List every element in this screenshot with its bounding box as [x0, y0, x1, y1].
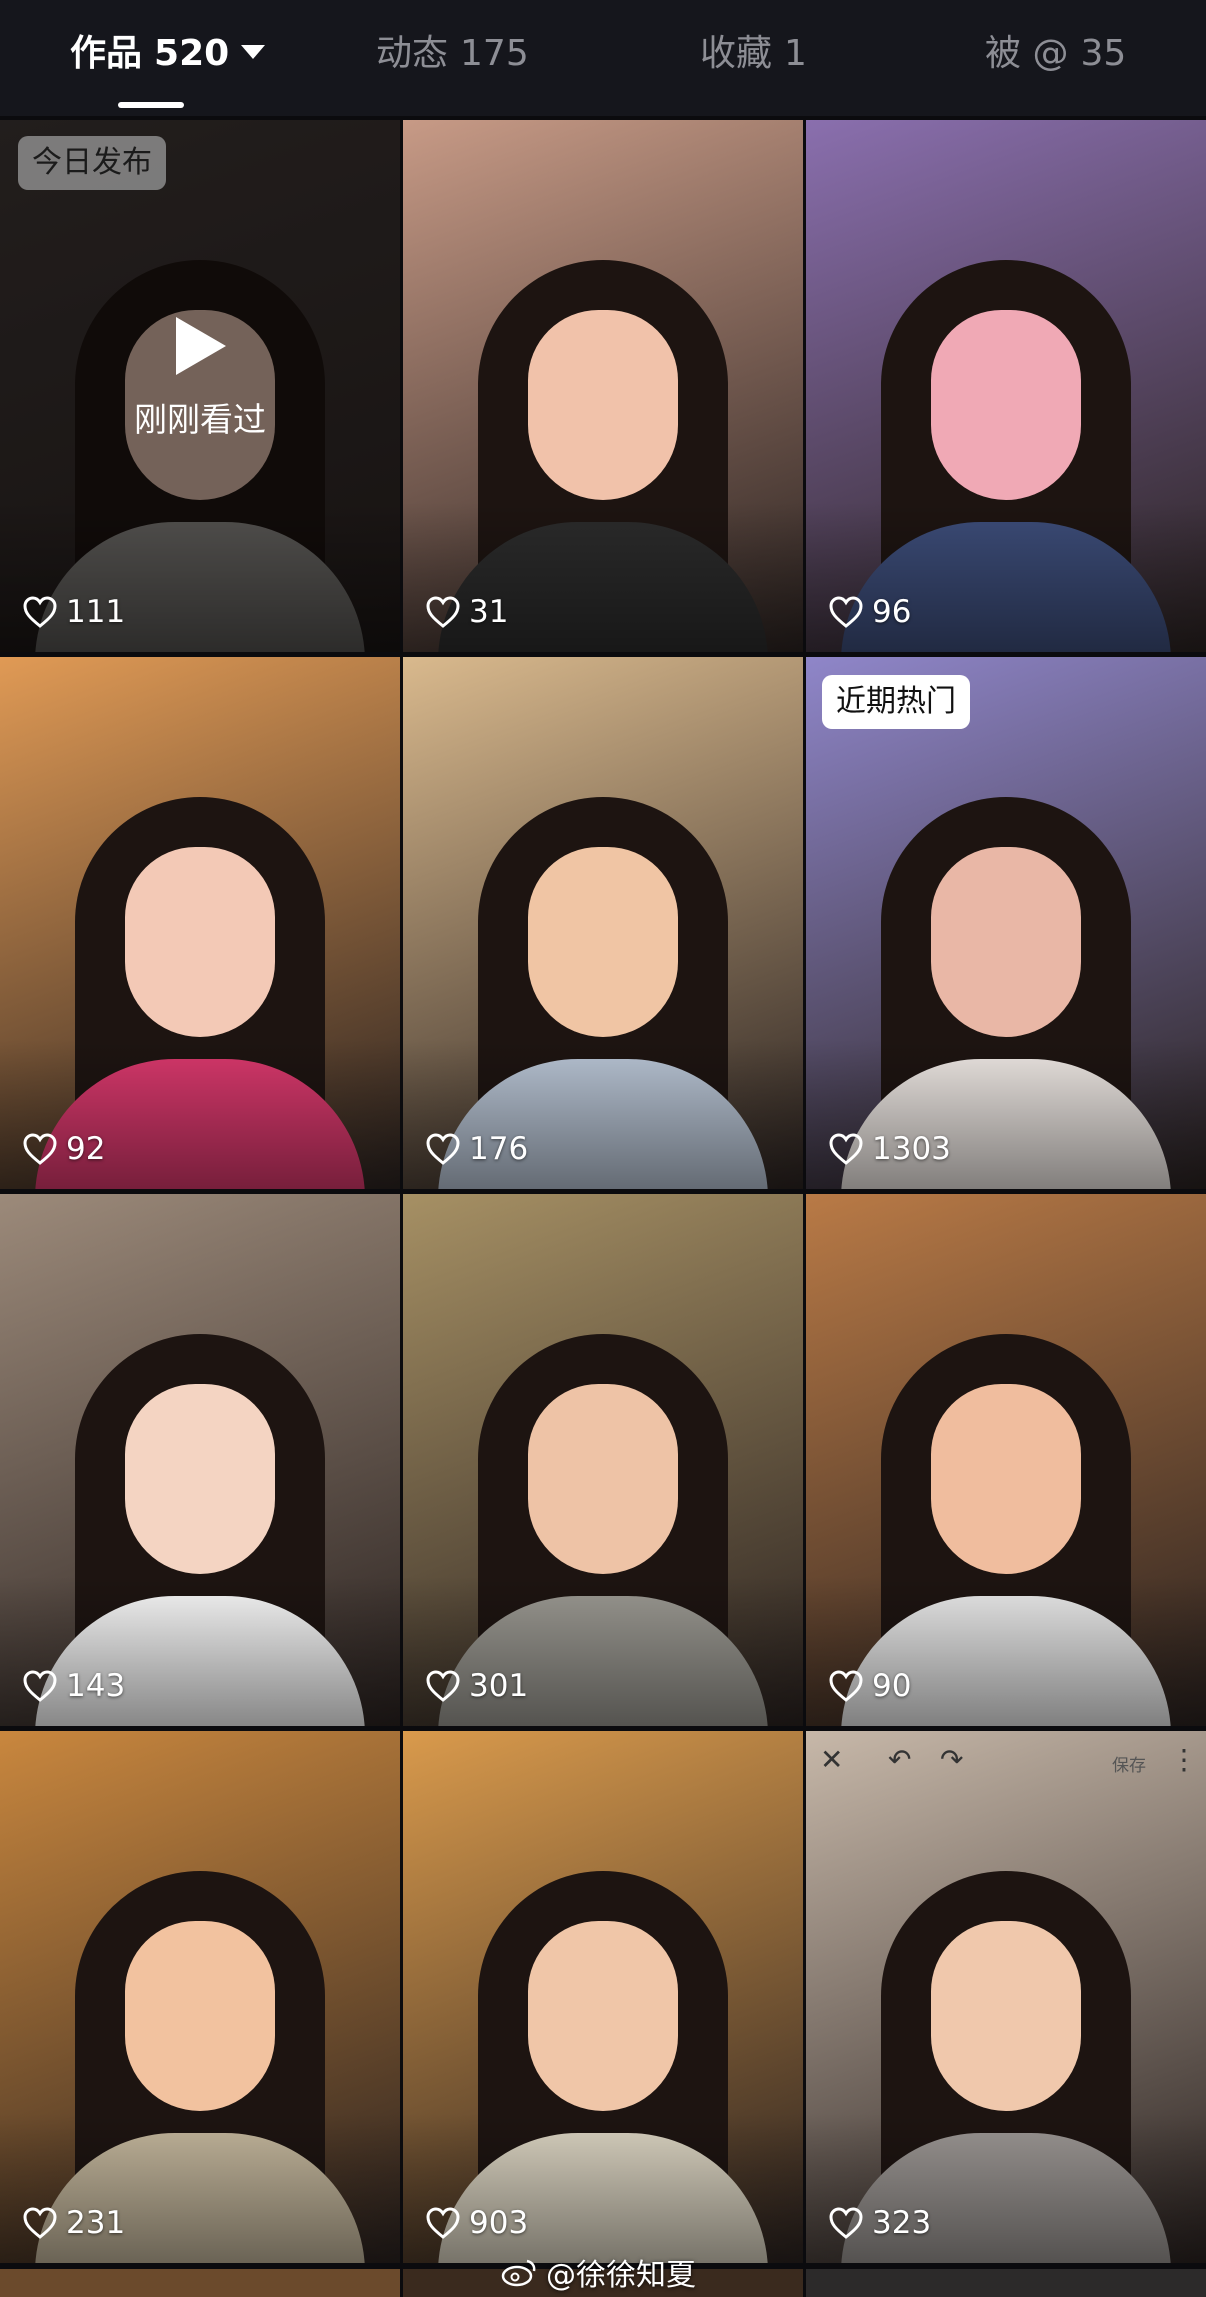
like-count: 31 — [425, 592, 508, 632]
like-count-value: 143 — [66, 1668, 126, 1704]
recently-watched-label: 刚刚看过 — [134, 400, 266, 439]
like-count: 903 — [425, 2203, 528, 2243]
heart-icon — [829, 1133, 863, 1165]
weibo-watermark: @徐徐知夏 — [500, 2250, 696, 2294]
like-count-value: 92 — [66, 1131, 106, 1167]
trending-badge: 近期热门 — [822, 675, 970, 729]
heart-icon — [829, 596, 863, 628]
watermark-text: @徐徐知夏 — [546, 2258, 696, 2293]
like-count-value: 176 — [469, 1131, 529, 1167]
more-icon: ⋮ — [1170, 1743, 1198, 1776]
like-count: 231 — [22, 2203, 125, 2243]
video-thumbnail[interactable]: 90 — [806, 1194, 1206, 1726]
video-thumbnail[interactable]: 301 — [403, 1194, 803, 1726]
in-video-save-label: 保存 — [1112, 1756, 1146, 1776]
tab-mentions[interactable]: 被 @ 35 — [985, 26, 1126, 82]
video-thumbnail[interactable]: 今日发布 刚刚看过 111 — [0, 120, 400, 652]
tab-moments[interactable]: 动态 175 — [376, 26, 529, 82]
like-count-value: 301 — [469, 1668, 529, 1704]
video-thumbnail[interactable]: 143 — [0, 1194, 400, 1726]
like-count: 96 — [828, 592, 911, 632]
video-thumbnail[interactable]: ✕ ↶ ↷ 保存 ⋮ 323 — [806, 1731, 1206, 2263]
like-count: 90 — [828, 1666, 911, 1706]
heart-icon — [426, 1670, 460, 1702]
weibo-icon — [501, 2259, 536, 2287]
tab-favorites-label: 收藏 — [700, 33, 773, 74]
heart-icon — [829, 2207, 863, 2239]
like-count-value: 1303 — [872, 1131, 951, 1167]
like-count: 323 — [828, 2203, 931, 2243]
video-thumbnail[interactable]: 31 — [403, 120, 803, 652]
tab-works-count: 520 — [154, 33, 230, 74]
caret-down-icon[interactable] — [241, 45, 266, 59]
like-count-value: 903 — [469, 2205, 529, 2241]
tab-mentions-count: 35 — [1080, 33, 1127, 74]
today-published-badge: 今日发布 — [18, 136, 166, 190]
like-count: 92 — [22, 1129, 105, 1169]
in-video-editor-bar: ✕ ↶ ↷ 保存 ⋮ — [806, 1731, 1206, 1795]
tab-moments-count: 175 — [460, 33, 529, 74]
like-count-value: 231 — [66, 2205, 126, 2241]
like-count: 143 — [22, 1666, 125, 1706]
video-thumbnail[interactable]: 92 — [0, 657, 400, 1189]
like-count: 301 — [425, 1666, 528, 1706]
tab-works-label: 作品 — [70, 33, 143, 74]
recently-watched-overlay: 刚刚看过 — [0, 315, 400, 441]
active-tab-indicator — [118, 102, 184, 108]
heart-icon — [23, 1670, 57, 1702]
tab-favorites-count: 1 — [784, 33, 807, 74]
heart-icon — [426, 596, 460, 628]
like-count-value: 96 — [872, 594, 912, 630]
tab-moments-label: 动态 — [376, 33, 449, 74]
like-count-value: 31 — [469, 594, 509, 630]
undo-icon: ↶ — [888, 1743, 912, 1776]
like-count-value: 323 — [872, 2205, 932, 2241]
video-thumbnail[interactable]: 176 — [403, 657, 803, 1189]
video-thumbnail[interactable]: 96 — [806, 120, 1206, 652]
heart-icon — [426, 1133, 460, 1165]
tab-works[interactable]: 作品 520 — [70, 26, 266, 82]
video-thumbnail[interactable]: 231 — [0, 1731, 400, 2263]
video-thumbnail-partial[interactable] — [806, 2269, 1206, 2297]
like-count-value: 111 — [66, 594, 126, 630]
profile-tabbar: 作品 520 动态 175 收藏 1 被 @ 35 — [0, 0, 1206, 116]
close-icon: ✕ — [820, 1743, 844, 1776]
like-count: 176 — [425, 1129, 528, 1169]
heart-icon — [23, 1133, 57, 1165]
tab-mentions-label: 被 @ — [985, 33, 1069, 74]
heart-icon — [829, 1670, 863, 1702]
like-count: 1303 — [828, 1129, 951, 1169]
heart-icon — [23, 596, 57, 628]
heart-icon — [23, 2207, 57, 2239]
like-count-value: 90 — [872, 1668, 912, 1704]
video-thumbnail-partial[interactable] — [0, 2269, 400, 2297]
redo-icon: ↷ — [940, 1743, 964, 1776]
tab-favorites[interactable]: 收藏 1 — [700, 26, 807, 82]
video-thumbnail[interactable]: 近期热门 1303 — [806, 657, 1206, 1189]
video-grid: 今日发布 刚刚看过 111 31 96 92 176 近期热门 1303 143… — [0, 120, 1206, 2297]
video-thumbnail[interactable]: 903 — [403, 1731, 803, 2263]
like-count: 111 — [22, 592, 125, 632]
heart-icon — [426, 2207, 460, 2239]
play-icon — [176, 317, 226, 375]
